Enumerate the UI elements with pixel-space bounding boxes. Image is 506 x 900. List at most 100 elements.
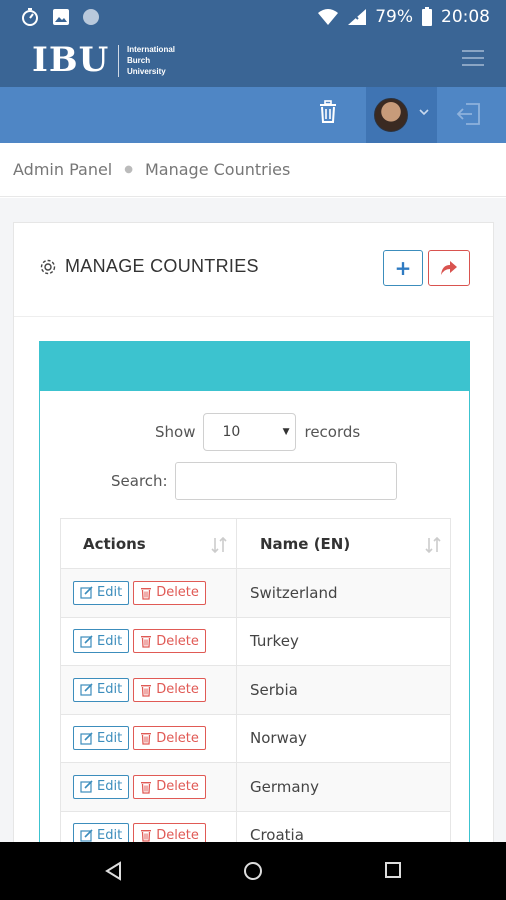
sort-icon bbox=[211, 536, 227, 554]
actions-cell: Edit Delete bbox=[60, 665, 237, 715]
edit-button[interactable]: Edit bbox=[73, 629, 130, 654]
android-nav-bar bbox=[0, 842, 506, 900]
breadcrumb-item-admin-panel[interactable]: Admin Panel bbox=[13, 160, 112, 179]
delete-label: Delete bbox=[156, 730, 199, 746]
delete-label: Delete bbox=[156, 633, 199, 649]
battery-icon bbox=[422, 6, 432, 26]
trash-icon bbox=[141, 733, 152, 745]
edit-label: Edit bbox=[97, 633, 123, 649]
edit-button[interactable]: Edit bbox=[73, 580, 130, 605]
country-name: Switzerland bbox=[236, 568, 451, 618]
table-header-row: Actions Name (EN) bbox=[60, 518, 451, 569]
breadcrumb-separator: ● bbox=[124, 164, 133, 175]
edit-label: Edit bbox=[97, 827, 123, 843]
manage-countries-card: MANAGE COUNTRIES + Show 10 ▼ records Sea… bbox=[13, 222, 494, 881]
timer-icon bbox=[22, 7, 38, 26]
home-icon[interactable] bbox=[243, 861, 263, 881]
delete-label: Delete bbox=[156, 682, 199, 698]
edit-icon bbox=[80, 635, 93, 648]
delete-button[interactable]: Delete bbox=[133, 677, 206, 702]
table-row: Edit Delete Switzerland bbox=[60, 568, 451, 618]
wifi-icon bbox=[318, 8, 339, 25]
share-button[interactable] bbox=[428, 250, 470, 286]
column-header-actions[interactable]: Actions bbox=[60, 518, 237, 569]
trash-icon bbox=[141, 781, 152, 794]
logo-divider bbox=[118, 45, 119, 77]
image-icon bbox=[53, 8, 69, 25]
search-control: Search: bbox=[111, 462, 397, 500]
back-icon[interactable] bbox=[104, 861, 124, 881]
column-label: Actions bbox=[83, 534, 146, 553]
edit-button[interactable]: Edit bbox=[73, 774, 130, 799]
edit-icon bbox=[80, 829, 93, 842]
edit-button[interactable]: Edit bbox=[73, 726, 130, 751]
logo-line: University bbox=[127, 67, 166, 76]
search-input[interactable] bbox=[174, 462, 397, 500]
table-row: Edit Delete Serbia bbox=[60, 665, 451, 715]
actions-cell: Edit Delete bbox=[60, 713, 237, 763]
table-row: Edit Delete Norway bbox=[60, 713, 451, 763]
breadcrumb-item-manage-countries: Manage Countries bbox=[144, 160, 291, 179]
cell-signal-icon bbox=[348, 8, 367, 25]
card-title: MANAGE COUNTRIES bbox=[38, 256, 259, 277]
trash-icon bbox=[320, 100, 336, 123]
table-row: Edit Delete Turkey bbox=[60, 616, 451, 666]
page-size-value: 10 bbox=[222, 424, 241, 440]
logo-line: Burch bbox=[127, 56, 151, 65]
trash-icon bbox=[141, 587, 152, 600]
show-label: Show bbox=[155, 423, 196, 441]
delete-button[interactable]: Delete bbox=[133, 726, 206, 751]
add-country-button[interactable]: + bbox=[383, 250, 423, 286]
country-name: Serbia bbox=[236, 665, 451, 715]
trash-icon bbox=[141, 830, 152, 842]
edit-icon bbox=[80, 732, 93, 745]
page-size-select[interactable]: 10 ▼ bbox=[203, 413, 297, 451]
logo-text: IBU bbox=[32, 40, 110, 80]
page-title: MANAGE COUNTRIES bbox=[65, 256, 259, 276]
circle-icon bbox=[83, 8, 99, 25]
column-header-name[interactable]: Name (EN) bbox=[236, 518, 451, 569]
edit-icon bbox=[80, 683, 93, 696]
trash-icon bbox=[141, 684, 152, 697]
share-icon bbox=[441, 261, 457, 275]
page-content: MANAGE COUNTRIES + Show 10 ▼ records Sea… bbox=[0, 198, 506, 881]
trash-icon bbox=[141, 636, 152, 648]
user-menu[interactable] bbox=[366, 87, 437, 143]
delete-label: Delete bbox=[156, 779, 199, 795]
edit-label: Edit bbox=[97, 585, 123, 601]
status-bar: 79% 20:08 bbox=[0, 0, 506, 33]
search-label: Search: bbox=[111, 472, 168, 490]
brand-header: IBU International Burch University bbox=[0, 33, 506, 87]
delete-label: Delete bbox=[156, 585, 199, 601]
top-toolbar bbox=[0, 87, 506, 143]
menu-icon[interactable] bbox=[462, 50, 484, 68]
country-name: Norway bbox=[236, 713, 451, 763]
avatar bbox=[374, 98, 408, 132]
country-name: Germany bbox=[236, 762, 451, 812]
country-name: Turkey bbox=[236, 616, 451, 666]
panel-header bbox=[40, 341, 469, 391]
countries-panel: Show 10 ▼ records Search: Actions Name (… bbox=[39, 341, 470, 881]
edit-button[interactable]: Edit bbox=[73, 677, 130, 702]
status-time: 20:08 bbox=[441, 6, 490, 27]
edit-label: Edit bbox=[97, 779, 123, 795]
gear-icon bbox=[40, 259, 56, 274]
delete-label: Delete bbox=[156, 827, 199, 843]
page-size-control: Show 10 ▼ records bbox=[155, 413, 360, 451]
dropdown-arrow-icon: ▼ bbox=[282, 427, 290, 437]
card-header: MANAGE COUNTRIES + bbox=[14, 223, 493, 317]
delete-button[interactable]: Delete bbox=[133, 580, 206, 605]
column-label: Name (EN) bbox=[260, 534, 351, 553]
delete-button[interactable]: Delete bbox=[133, 774, 206, 799]
breadcrumb: Admin Panel ● Manage Countries bbox=[0, 143, 506, 197]
delete-button[interactable]: Delete bbox=[133, 629, 206, 654]
records-label: records bbox=[304, 423, 361, 441]
logo-line: International bbox=[127, 45, 176, 54]
recents-icon[interactable] bbox=[384, 861, 402, 879]
actions-cell: Edit Delete bbox=[60, 762, 237, 812]
logout-icon[interactable] bbox=[456, 101, 482, 127]
edit-icon bbox=[80, 780, 93, 793]
trash-button[interactable] bbox=[313, 97, 343, 127]
table-row: Edit Delete Germany bbox=[60, 762, 451, 812]
countries-table: Actions Name (EN) Edit Delete Switzerlan… bbox=[60, 518, 451, 860]
